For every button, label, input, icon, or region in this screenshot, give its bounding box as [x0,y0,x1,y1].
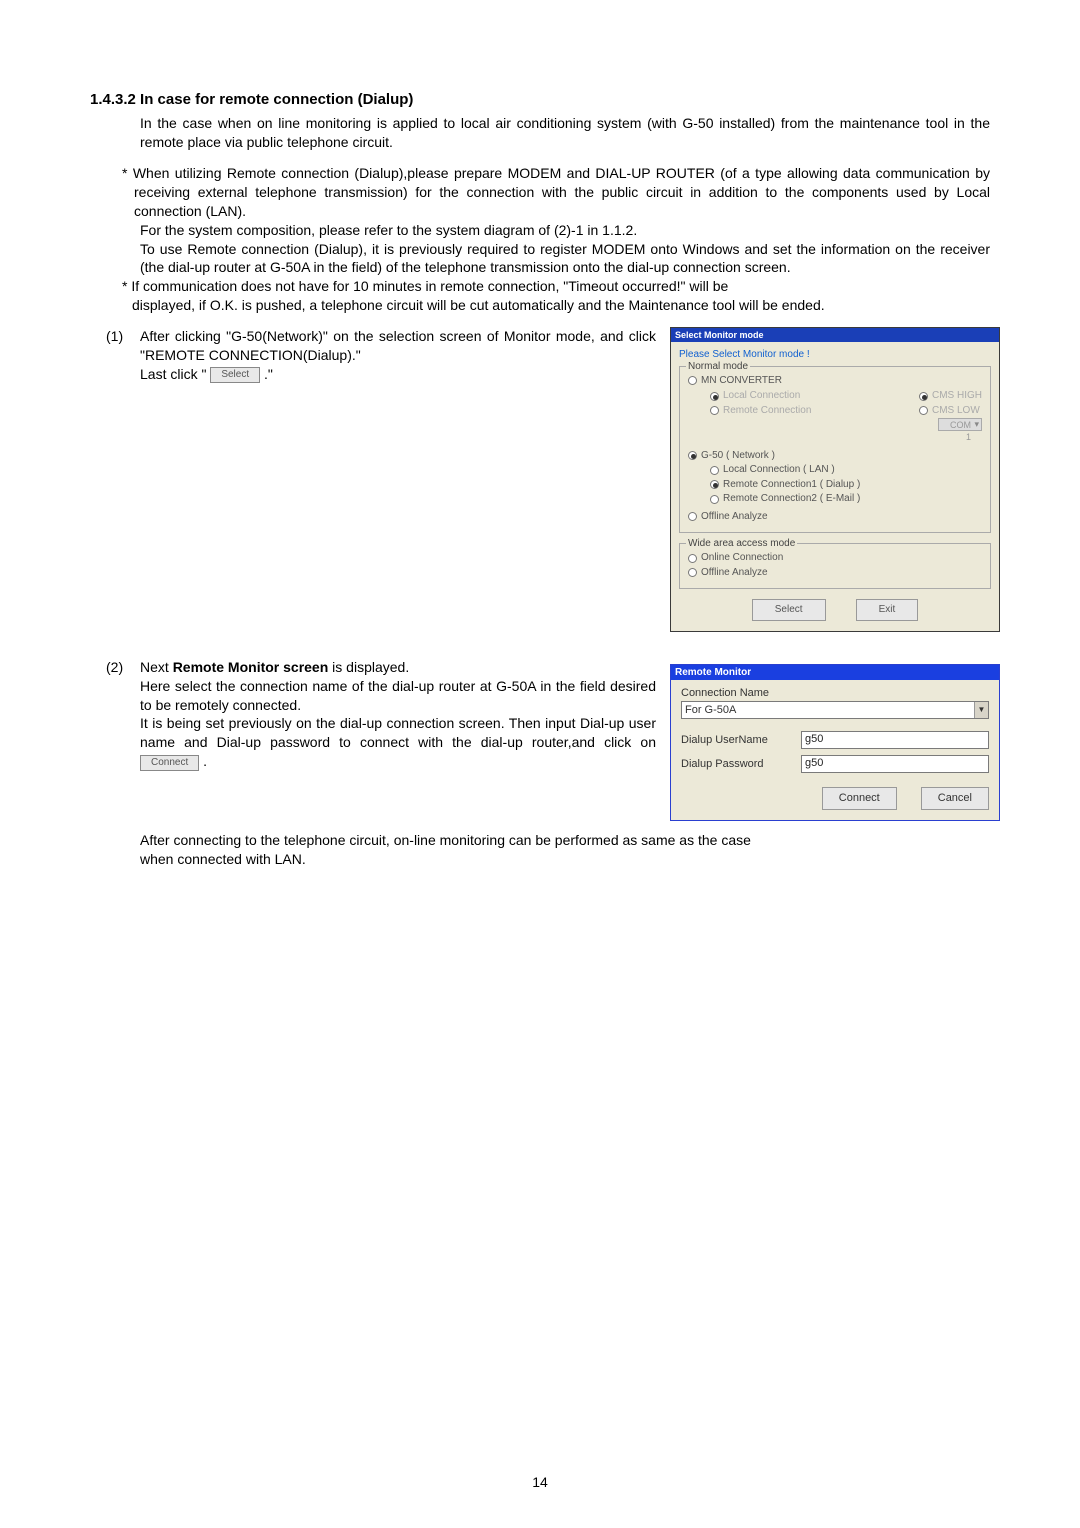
radio-g50-email[interactable]: Remote Connection2 ( E-Mail ) [710,492,982,506]
step-2c-pre: It is being set previously on the dial-u… [140,715,656,750]
radio-empty-icon [710,406,719,415]
note-1c: To use Remote connection (Dialup), it is… [140,240,990,278]
radio-remote-grey-label: Remote Connection [723,404,811,418]
normal-mode-legend: Normal mode [686,360,750,374]
step-1-row: (1) After clicking "G-50(Network)" on th… [80,327,1000,632]
radio-cms-high-label: CMS HIGH [932,389,982,403]
dialog2-cancel-button[interactable]: Cancel [921,787,989,810]
wide-area-legend: Wide area access mode [686,537,797,551]
radio-mn-converter[interactable]: MN CONVERTER [688,374,982,388]
radio-g50-dialup[interactable]: Remote Connection1 ( Dialup ) [710,478,982,492]
radio-dot-icon [919,392,928,401]
step-2a-bold: Remote Monitor screen [173,659,329,675]
wide-area-fieldset: Wide area access mode Online Connection … [679,543,991,589]
radio-g50-network[interactable]: G-50 ( Network ) [688,449,982,463]
note-1b: For the system composition, please refer… [140,221,990,240]
dialog2-connect-button[interactable]: Connect [822,787,897,810]
dialup-password-input[interactable]: g50 [801,755,989,773]
radio-local-grey-label: Local Connection [723,389,800,403]
step-2-row: (2) Next Remote Monitor screen is displa… [80,658,1000,821]
dialup-username-input[interactable]: g50 [801,731,989,749]
intro-paragraph: In the case when on line monitoring is a… [140,114,990,152]
radio-g50-lan-label: Local Connection ( LAN ) [723,463,835,477]
radio-empty-icon [688,376,697,385]
dialog1-exit-button[interactable]: Exit [856,599,919,621]
note-2a: * If communication does not have for 10 … [122,277,990,296]
radio-online-connection-label: Online Connection [701,551,783,565]
radio-cms-low-label: CMS LOW [932,404,980,418]
dialup-password-label: Dialup Password [681,757,791,772]
connection-name-select[interactable]: For G-50A ▼ [681,701,989,719]
com-port-combo[interactable]: COM 1 [938,418,982,431]
radio-g50-dialup-label: Remote Connection1 ( Dialup ) [723,478,860,492]
radio-empty-icon [688,568,697,577]
radio-online-connection[interactable]: Online Connection [688,551,982,565]
step-1-text-a: After clicking "G-50(Network)" on the se… [140,328,656,363]
step-1: (1) After clicking "G-50(Network)" on th… [106,327,656,384]
radio-empty-icon [710,466,719,475]
note-2b: displayed, if O.K. is pushed, a telephon… [132,296,990,315]
radio-g50-email-label: Remote Connection2 ( E-Mail ) [723,492,860,506]
radio-offline-2-label: Offline Analyze [701,566,768,580]
radio-g50-network-label: G-50 ( Network ) [701,449,775,463]
radio-empty-icon [688,554,697,563]
radio-empty-icon [688,512,697,521]
radio-offline-1-label: Offline Analyze [701,510,768,524]
radio-offline-1[interactable]: Offline Analyze [688,510,982,524]
step-2d-wrap: After connecting to the telephone circui… [106,831,1000,869]
radio-cms-low: CMS LOW [919,404,982,418]
dialog2-button-row: Connect Cancel [681,787,989,810]
dialog1-button-row: Select Exit [679,599,991,621]
step-2-num: (2) [106,658,140,771]
note-1a: * When utilizing Remote connection (Dial… [122,164,990,221]
radio-local-grey: Local Connection [710,389,811,403]
radio-empty-icon [710,495,719,504]
radio-dot-icon [710,480,719,489]
section-heading: 1.4.3.2 In case for remote connection (D… [90,90,1000,110]
inline-connect-button[interactable]: Connect [140,755,199,771]
step-1-text-b-pre: Last click " [140,366,210,382]
step-2b: Here select the connection name of the d… [140,677,656,715]
dialog1-select-button[interactable]: Select [752,599,826,621]
radio-cms-high: CMS HIGH [919,389,982,403]
page-number: 14 [0,1473,1080,1492]
connection-name-label: Connection Name [681,686,989,701]
step-2c-post: . [199,753,207,769]
chevron-down-icon: ▼ [974,702,988,718]
connection-name-value: For G-50A [682,702,974,718]
radio-empty-icon [919,406,928,415]
step-2d: After connecting to the telephone circui… [140,831,760,869]
normal-mode-fieldset: Normal mode MN CONVERTER Local Connectio… [679,366,991,534]
inline-select-button[interactable]: Select [210,367,260,383]
radio-mn-converter-label: MN CONVERTER [701,374,782,388]
dialog1-title: Select Monitor mode [671,328,999,342]
step-2a-pre: Next [140,659,173,675]
step-1-text-b-post: ." [260,366,273,382]
select-monitor-mode-dialog: Select Monitor mode Please Select Monito… [670,327,1000,632]
radio-offline-2[interactable]: Offline Analyze [688,566,982,580]
dialog2-title: Remote Monitor [671,665,999,681]
radio-dot-icon [688,451,697,460]
radio-g50-lan[interactable]: Local Connection ( LAN ) [710,463,982,477]
step-2a-post: is displayed. [328,659,409,675]
radio-remote-grey: Remote Connection [710,404,811,418]
dialup-username-label: Dialup UserName [681,733,791,748]
note-1a-text: * When utilizing Remote connection (Dial… [122,164,990,221]
radio-dot-icon [710,392,719,401]
step-2: (2) Next Remote Monitor screen is displa… [106,658,656,771]
step-1-num: (1) [106,327,140,384]
remote-monitor-dialog: Remote Monitor Connection Name For G-50A… [670,664,1000,821]
